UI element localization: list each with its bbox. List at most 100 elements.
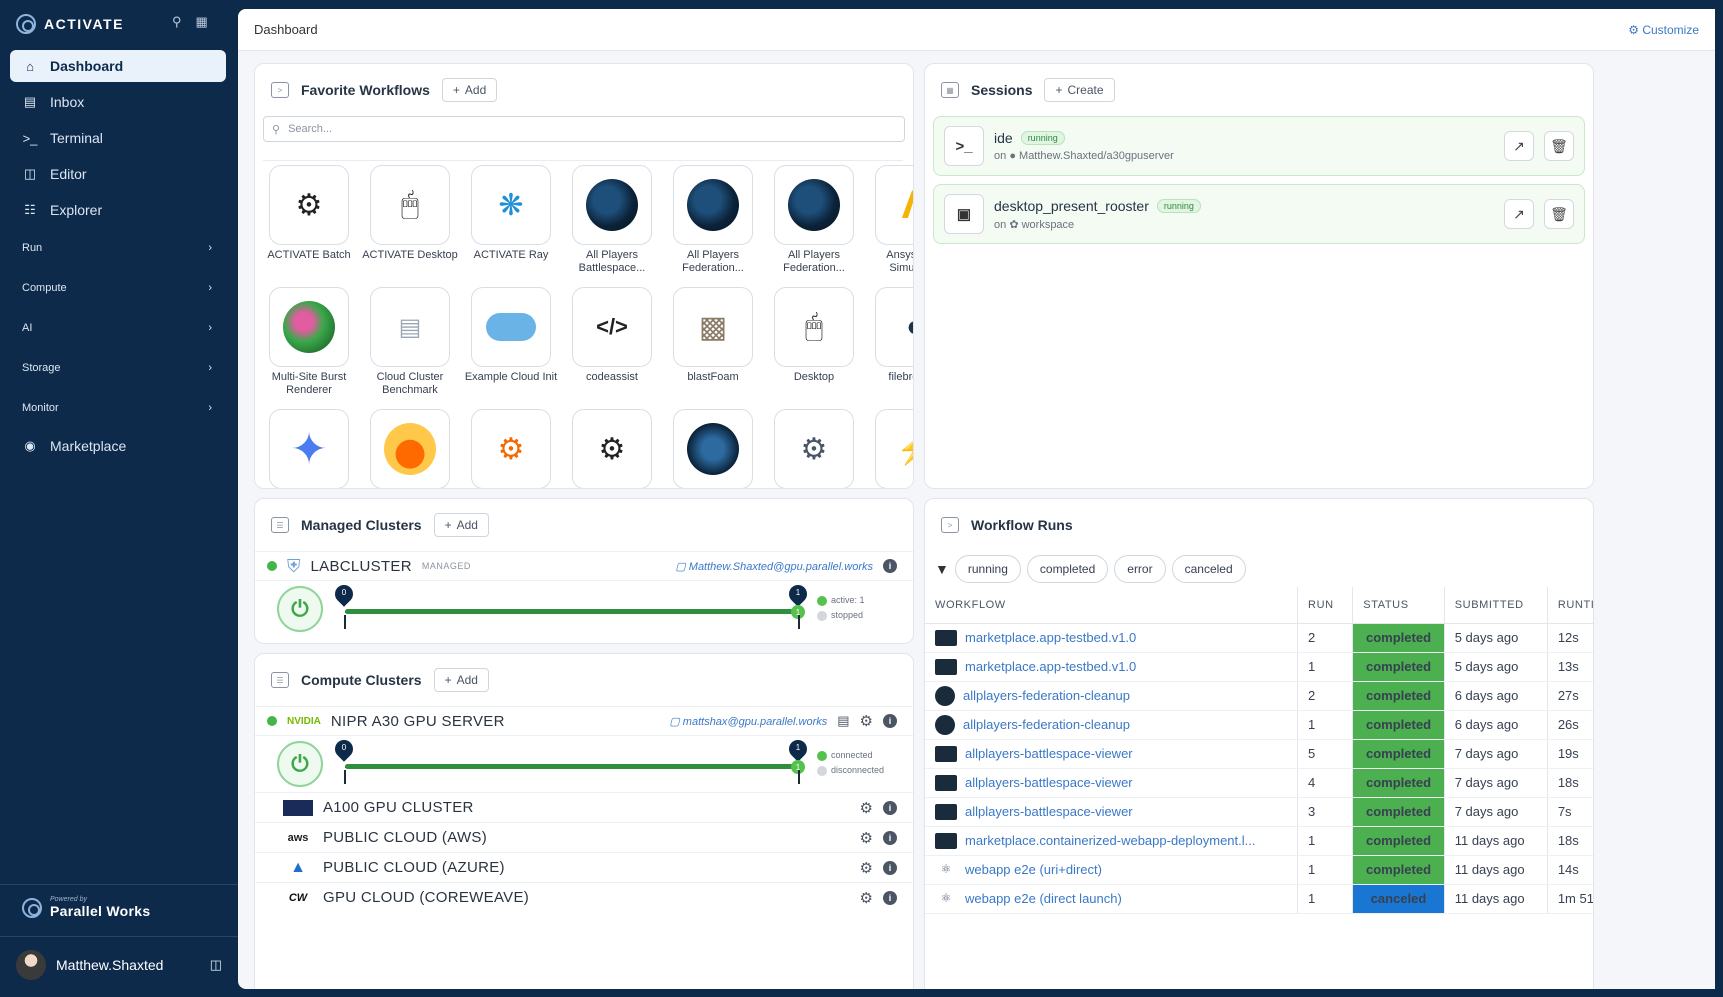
power-button[interactable]: ⏻ [277,741,323,787]
info-icon[interactable]: i [883,559,897,573]
column-header-status[interactable]: STATUS [1352,587,1445,624]
favorite-workflow-tile[interactable]: All Players Battlespace... [566,165,658,275]
favorite-workflow-tile[interactable]: All Players Federation... [667,165,759,275]
delete-session-button[interactable]: 🗑 [1544,199,1574,229]
sidebar-item-explorer[interactable]: ☷ Explorer [10,194,226,226]
favorite-workflow-tile[interactable]: HPC Status [667,409,759,488]
run-number[interactable]: 1 [1297,710,1354,740]
collapse-sidebar-icon[interactable]: ◫ [210,957,222,973]
add-managed-cluster-button[interactable]: + Add [433,513,489,537]
favorite-workflow-tile[interactable]: ⚙Job Runner [768,409,860,488]
info-icon[interactable]: i [883,800,897,815]
filter-icon[interactable]: ▼ [935,561,949,577]
cluster-owner-link[interactable]: ▢ Matthew.Shaxted@gpu.parallel.works [675,560,873,573]
run-number[interactable]: 1 [1297,652,1354,682]
workflow-link[interactable]: allplayers-battlespace-viewer [965,775,1133,790]
table-row[interactable]: marketplace.app-testbed.v1.0 1 completed 5 … [925,652,1593,682]
info-icon[interactable]: i [883,890,897,905]
sidebar-item-inbox[interactable]: ▤ Inbox [10,86,226,118]
favorite-workflow-tile[interactable]: ● filebrowser [869,287,913,397]
favorite-workflow-tile[interactable]: </> codeassist [566,287,658,397]
brand[interactable]: ACTIVATE [16,12,124,36]
favorite-workflow-tile[interactable]: ▤ Cloud Cluster Benchmark [364,287,456,397]
favorite-workflow-tile[interactable]: Λ Ansys Blast Simulation [869,165,913,275]
sidebar-item-editor[interactable]: ◫ Editor [10,158,226,190]
table-row[interactable]: marketplace.app-testbed.v1.0 2 completed 5 … [925,623,1593,653]
column-header-run[interactable]: RUN [1297,587,1354,624]
cluster-owner-link[interactable]: ▢ mattshax@gpu.parallel.works [669,715,827,728]
workflow-link[interactable]: allplayers-battlespace-viewer [965,746,1133,761]
workflow-link[interactable]: webapp e2e (direct launch) [965,891,1122,906]
power-button[interactable]: ⏻ [277,586,323,632]
sidebar-item-marketplace[interactable]: ◉ Marketplace [10,430,226,462]
filter-chip-error[interactable]: error [1114,555,1166,583]
session-card[interactable]: ▣ desktop_present_rooster running on ✿ w… [933,184,1585,244]
table-row[interactable]: allplayers-federation-cleanup 2 completed 6… [925,681,1593,711]
favorite-workflow-tile[interactable]: 🖱 ACTIVATE Desktop [362,165,458,275]
create-session-button[interactable]: + Create [1044,78,1115,102]
cluster-row[interactable]: ▲ PUBLIC CLOUD (AZURE) ⚙ i [255,852,913,882]
table-row[interactable]: allplayers-battlespace-viewer 4 completed 7… [925,768,1593,798]
sidebar-group-ai[interactable]: AI › [10,310,226,346]
table-row[interactable]: marketplace.containerized-webapp-deploym… [925,826,1593,856]
cluster-row[interactable]: CW GPU CLOUD (COREWEAVE) ⚙ i [255,882,913,912]
table-row[interactable]: ⚛ webapp e2e (uri+direct) 1 completed 11 day… [925,855,1593,885]
info-icon[interactable]: i [883,714,897,728]
workflow-cell[interactable]: ⚛ webapp e2e (uri+direct) [925,855,1299,885]
sidebar-group-compute[interactable]: Compute › [10,270,226,306]
cluster-row[interactable]: A100 GPU CLUSTER ⚙ i [255,792,913,822]
favorite-workflow-tile[interactable]: ⚡juiceagent [869,409,913,488]
customize-button[interactable]: ⚙ Customize [1628,23,1699,37]
gear-icon[interactable]: ⚙ [860,889,873,907]
cluster-row[interactable]: ⛨ LABCLUSTER MANAGED ▢ Matthew.Shaxted@g… [255,551,913,581]
add-compute-cluster-button[interactable]: + Add [433,668,489,692]
workflow-cell[interactable]: allplayers-battlespace-viewer [925,797,1299,827]
workflow-cell[interactable]: allplayers-federation-cleanup [925,681,1299,711]
sidebar-group-run[interactable]: Run › [10,230,226,266]
workflow-cell[interactable]: marketplace.app-testbed.v1.0 [925,652,1299,682]
workflow-link[interactable]: marketplace.app-testbed.v1.0 [965,630,1136,645]
run-number[interactable]: 2 [1297,681,1354,711]
column-header-workflow[interactable]: WORKFLOW [925,587,1299,624]
workflow-link[interactable]: webapp e2e (uri+direct) [965,862,1102,877]
cluster-row[interactable]: aws PUBLIC CLOUD (AWS) ⚙ i [255,822,913,852]
terminal-panel-icon[interactable]: ▦ [196,14,208,30]
favorite-workflow-tile[interactable]: ⚙ ACTIVATE Batch [263,165,355,275]
table-row[interactable]: allplayers-federation-cleanup 1 completed 6… [925,710,1593,740]
gear-icon[interactable]: ⚙ [860,859,873,877]
add-favorite-button[interactable]: + Add [441,78,498,102]
favorite-workflow-tile[interactable]: Multi-Site Burst Renderer [263,287,355,397]
gear-icon[interactable]: ⚙ [860,829,873,847]
search-icon[interactable]: ⚲ [172,14,182,30]
table-row[interactable]: allplayers-battlespace-viewer 5 completed 7… [925,739,1593,769]
workflow-cell[interactable]: allplayers-federation-cleanup [925,710,1299,740]
favorite-workflow-tile[interactable]: ❋ ACTIVATE Ray [465,165,557,275]
user-menu[interactable]: Matthew.Shaxted ◫ [16,950,222,980]
run-number[interactable]: 3 [1297,797,1354,827]
run-number[interactable]: 5 [1297,739,1354,769]
info-icon[interactable]: i [883,830,897,845]
run-number[interactable]: 1 [1297,855,1354,885]
favorite-workflow-tile[interactable]: 🖱 Desktop [768,287,860,397]
open-session-button[interactable]: ↗ [1504,199,1534,229]
run-number[interactable]: 4 [1297,768,1354,798]
workflow-cell[interactable]: allplayers-battlespace-viewer [925,768,1299,798]
sidebar-group-monitor[interactable]: Monitor › [10,390,226,426]
favorites-search-input[interactable]: ⚲ Search... [263,116,905,142]
workflow-link[interactable]: marketplace.containerized-webapp-deploym… [965,833,1256,848]
cluster-row[interactable]: NVIDIA NIPR A30 GPU SERVER ▢ mattshax@gp… [255,706,913,736]
workflow-cell[interactable]: allplayers-battlespace-viewer [925,739,1299,769]
filter-chip-canceled[interactable]: canceled [1171,555,1246,583]
workflow-cell[interactable]: marketplace.containerized-webapp-deploym… [925,826,1299,856]
column-header-runtime[interactable]: RUNTIME [1547,587,1593,624]
favorite-workflow-tile[interactable]: ▩ blastFoam [667,287,759,397]
workflow-link[interactable]: allplayers-battlespace-viewer [965,804,1133,819]
favorite-workflow-tile[interactable]: Example Cloud Init [465,287,557,397]
workflow-link[interactable]: allplayers-federation-cleanup [963,717,1130,732]
sidebar-item-terminal[interactable]: >_ Terminal [10,122,226,154]
favorite-workflow-tile[interactable]: GPU Burn [364,409,456,488]
cluster-node-slider[interactable]: ⏻ 0 1 1 active: 1 stopped [255,581,913,637]
sidebar-item-dashboard[interactable]: ⌂ Dashboard [10,50,226,82]
workflow-link[interactable]: marketplace.app-testbed.v1.0 [965,659,1136,674]
favorite-workflow-tile[interactable]: ✦geminitunnel [263,409,355,488]
